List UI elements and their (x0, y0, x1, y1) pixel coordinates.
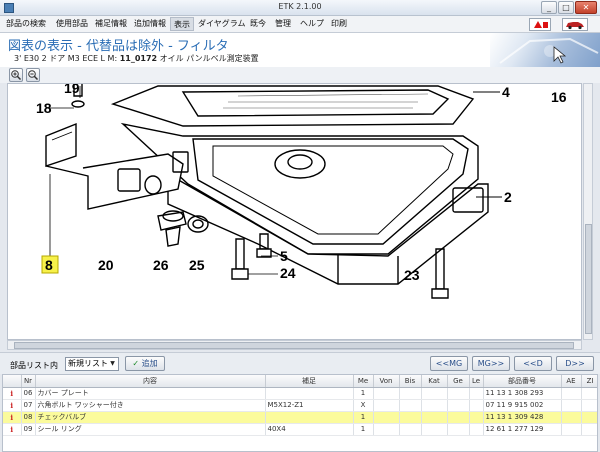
add-button-label: 追加 (141, 359, 158, 368)
oil-pan-exploded-drawing: 19 18 4 16 2 20 26 25 5 24 23 8 (36, 84, 567, 299)
cell-me: 1 (353, 411, 374, 424)
col-header-le[interactable]: Le (469, 375, 484, 388)
chevron-down-icon: ▼ (110, 360, 115, 367)
menu-item-diagram[interactable]: ダイヤグラム (195, 17, 249, 31)
page-header: 図表の表示 - 代替品は除外 - フィルタ 3' E30 2 ドア M3 ECE… (0, 33, 600, 67)
table-row[interactable]: i 09 シール リング 40X4 1 12 61 1 277 129 (3, 423, 597, 436)
cell-nr: 09 (21, 423, 36, 436)
col-header-nr[interactable]: Nr (21, 375, 36, 388)
col-header-ge[interactable]: Ge (447, 375, 470, 388)
cell-me: X (353, 399, 374, 412)
prev-group-button[interactable]: <<MG (430, 356, 468, 371)
next-diagram-button[interactable]: D>> (556, 356, 594, 371)
menu-item-supplement[interactable]: 補足情報 (92, 17, 130, 31)
menu-item-view[interactable]: 表示 (170, 17, 194, 31)
header-decoration-graphic (490, 33, 600, 67)
col-header-part-number[interactable]: 部品番号 (483, 375, 562, 388)
callout-26[interactable]: 26 (153, 257, 169, 273)
info-icon[interactable]: i (3, 399, 22, 412)
menu-item-help[interactable]: ヘルプ (297, 17, 327, 31)
table-row[interactable]: i 07 六角ボルト ワッシャー付き M5X12-Z1 X 07 11 9 91… (3, 399, 597, 412)
cell-note: 40X4 (265, 423, 354, 436)
callout-18[interactable]: 18 (36, 100, 52, 116)
callout-8[interactable]: 8 (45, 257, 53, 273)
callout-4[interactable]: 4 (502, 84, 510, 100)
cell-part-number: 11 13 1 308 293 (483, 387, 562, 400)
diagram-number: 11_0172 (119, 54, 158, 63)
callout-5[interactable]: 5 (280, 248, 288, 264)
parts-list-toolbar: 部品リスト内 新規リスト ▼ ✓ 追加 <<MG MG>> <<D D>> (0, 352, 600, 374)
col-header-zi[interactable]: ZI (581, 375, 597, 388)
table-row[interactable]: i 06 カバー プレート 1 11 13 1 308 293 (3, 387, 597, 400)
vehicle-subtitle: 3' E30 2 ドア M3 ECE L M: 11_0172 オイル パンルベ… (14, 53, 259, 64)
info-icon[interactable]: i (3, 423, 22, 436)
callout-16[interactable]: 16 (551, 89, 567, 105)
menu-item-print[interactable]: 印刷 (328, 17, 350, 31)
table-row-selected[interactable]: i 08 チェックバルブ 1 11 13 1 309 428 (3, 411, 597, 424)
cell-note: M5X12-Z1 (265, 399, 354, 412)
parts-table: Nr 内容 補足 Me Von Bis Kat Ge Le 部品番号 AE ZI… (2, 374, 598, 452)
cell-me: 1 (353, 387, 374, 400)
cell-nr: 06 (21, 387, 36, 400)
menu-item-used-parts[interactable]: 使用部品 (53, 17, 91, 31)
callout-24[interactable]: 24 (280, 265, 296, 281)
cell-note (265, 387, 354, 400)
maximize-button[interactable]: □ (558, 1, 574, 14)
zoom-in-icon[interactable] (9, 68, 23, 82)
car-icon[interactable] (562, 18, 588, 31)
zoom-out-icon[interactable] (26, 68, 40, 82)
col-header-description[interactable]: 内容 (35, 375, 266, 388)
menu-item-existing[interactable]: 既今 (247, 17, 269, 31)
cell-part-number: 12 61 1 277 129 (483, 423, 562, 436)
vehicle-model: 3' E30 2 ドア M3 ECE L M: (14, 54, 120, 63)
col-header-bis[interactable]: Bis (399, 375, 422, 388)
callout-20[interactable]: 20 (98, 257, 114, 273)
cell-nr: 07 (21, 399, 36, 412)
col-header-me[interactable]: Me (353, 375, 374, 388)
info-icon[interactable]: i (3, 387, 22, 400)
close-button[interactable]: ✕ (575, 1, 597, 14)
col-header-note[interactable]: 補足 (265, 375, 354, 388)
window-title: ETK 2.1.00 (278, 2, 322, 11)
check-icon: ✓ (132, 359, 140, 368)
callout-25[interactable]: 25 (189, 257, 205, 273)
add-button[interactable]: ✓ 追加 (125, 356, 165, 371)
cell-part-number: 11 13 1 309 428 (483, 411, 562, 424)
menu-item-admin[interactable]: 管理 (272, 17, 294, 31)
prev-diagram-button[interactable]: <<D (514, 356, 552, 371)
cell-part-number: 07 11 9 915 002 (483, 399, 562, 412)
cell-description: チェックバルブ (35, 411, 266, 424)
callout-19[interactable]: 19 (64, 84, 80, 96)
col-header-info[interactable] (3, 375, 22, 388)
parts-list-select-value: 新規リスト (68, 359, 108, 368)
diagram-horizontal-scrollbar[interactable] (7, 340, 582, 350)
menu-bar: 部品の検索 使用部品 補足情報 追加情報 表示 ダイヤグラム 既今 管理 ヘルプ… (0, 16, 600, 33)
table-header-row: Nr 内容 補足 Me Von Bis Kat Ge Le 部品番号 AE ZI (3, 375, 597, 388)
menu-item-additional[interactable]: 追加情報 (131, 17, 169, 31)
col-header-ae[interactable]: AE (561, 375, 582, 388)
cell-description: 六角ボルト ワッシャー付き (35, 399, 266, 412)
parts-list-label: 部品リスト内 (10, 361, 58, 370)
col-header-von[interactable]: Von (373, 375, 400, 388)
diagram-vertical-scrollbar[interactable] (583, 83, 593, 340)
callout-23[interactable]: 23 (404, 267, 420, 283)
cell-description: カバー プレート (35, 387, 266, 400)
minimize-button[interactable]: _ (541, 1, 557, 14)
diagram-description: オイル パンルベル測定装置 (157, 54, 259, 63)
cell-note (265, 411, 354, 424)
window-titlebar: ETK 2.1.00 _ □ ✕ (0, 0, 600, 16)
page-title: 図表の表示 - 代替品は除外 - フィルタ (8, 39, 229, 54)
parts-diagram[interactable]: 19 18 4 16 2 20 26 25 5 24 23 8 (7, 83, 582, 340)
next-group-button[interactable]: MG>> (472, 356, 510, 371)
warning-flag-icon[interactable] (529, 18, 551, 31)
parts-list-select[interactable]: 新規リスト ▼ (65, 357, 119, 371)
menu-item-search[interactable]: 部品の検索 (3, 17, 49, 31)
callout-2[interactable]: 2 (504, 189, 512, 205)
info-icon[interactable]: i (3, 411, 22, 424)
cell-me: 1 (353, 423, 374, 436)
zoom-toolbar (0, 67, 600, 83)
col-header-kat[interactable]: Kat (421, 375, 448, 388)
cell-description: シール リング (35, 423, 266, 436)
cell-nr: 08 (21, 411, 36, 424)
